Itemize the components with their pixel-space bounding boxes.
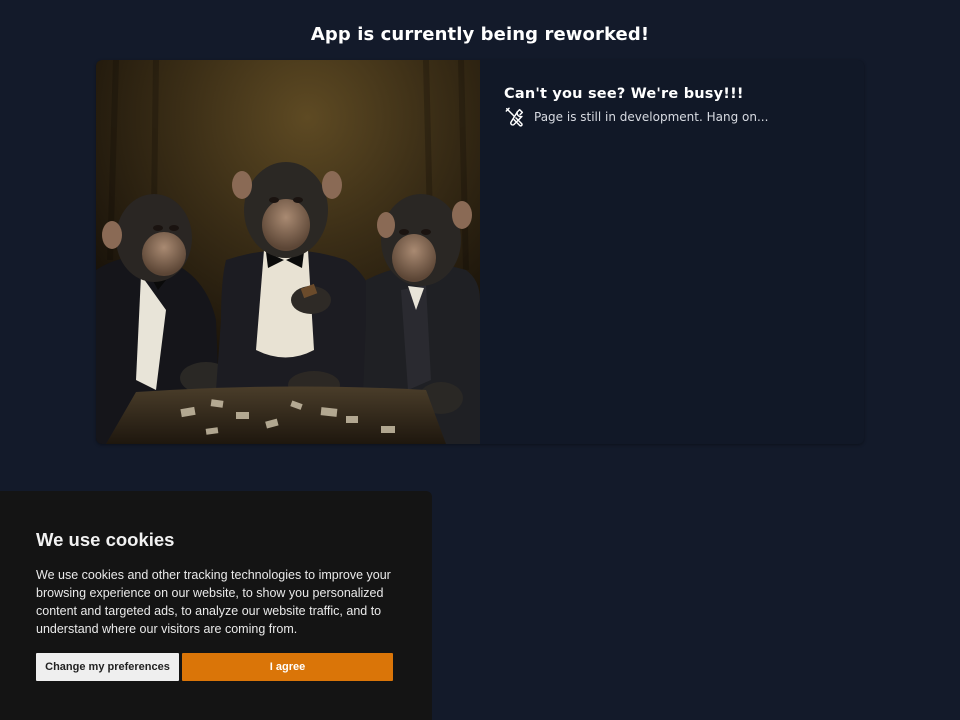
cookie-banner: We use cookies We use cookies and other …: [0, 491, 432, 720]
card-body: Can't you see? We're busy!!! Page is sti…: [504, 86, 844, 128]
tools-icon: [504, 106, 526, 128]
status-line: Page is still in development. Hang on...: [504, 106, 844, 128]
agree-button[interactable]: I agree: [182, 653, 393, 681]
change-preferences-button[interactable]: Change my preferences: [36, 653, 179, 681]
info-card: Can't you see? We're busy!!! Page is sti…: [96, 60, 864, 444]
status-text: Page is still in development. Hang on...: [534, 110, 769, 124]
cookie-title: We use cookies: [36, 529, 175, 550]
cookie-description: We use cookies and other tracking techno…: [36, 568, 391, 636]
card-title: Can't you see? We're busy!!!: [504, 86, 744, 102]
hero-image: [96, 60, 480, 444]
page-title: App is currently being reworked!: [310, 24, 650, 45]
